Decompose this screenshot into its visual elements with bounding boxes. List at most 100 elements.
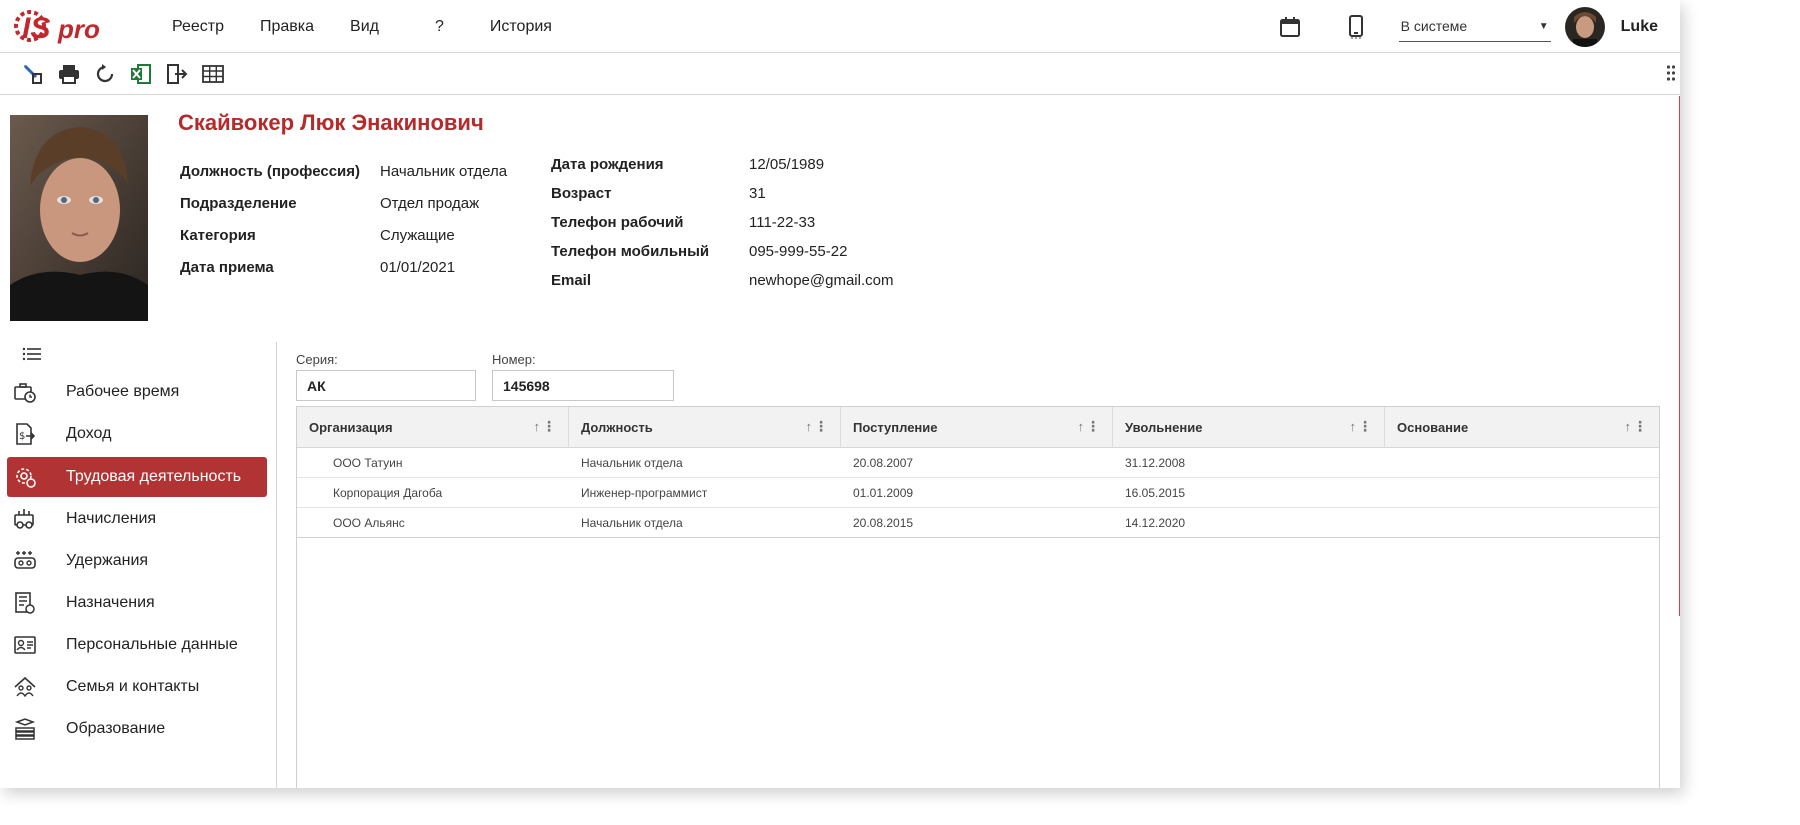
- series-label: Серия:: [296, 352, 338, 367]
- menu-bar: IS pro Реестр Правка Вид ? История В сис…: [0, 0, 1680, 53]
- cell-dismissal-date: 14.12.2020: [1125, 516, 1186, 530]
- cell-dismissal-date: 16.05.2015: [1125, 486, 1186, 500]
- info-value: 01/01/2021: [380, 258, 456, 276]
- sort-arrow-icon[interactable]: ↑: [1625, 419, 1632, 434]
- column-header-basis[interactable]: Основание ↑ ⋮: [1385, 407, 1659, 448]
- column-header-label: Поступление: [853, 420, 938, 435]
- sidebar-item-personal-data[interactable]: Персональные данные: [7, 625, 267, 665]
- cell-hire-date: 01.01.2009: [853, 486, 914, 500]
- series-input[interactable]: АК: [296, 370, 476, 401]
- info-label: Телефон рабочий: [551, 214, 684, 231]
- cell-position: Начальник отдела: [581, 456, 683, 470]
- column-menu-icon[interactable]: ⋮: [1358, 418, 1372, 435]
- info-row-work-phone: Телефон рабочий 111-22-33: [551, 208, 893, 237]
- column-menu-icon[interactable]: ⋮: [1633, 418, 1647, 435]
- column-header-hire[interactable]: Поступление ↑ ⋮: [841, 407, 1113, 448]
- sort-arrow-icon[interactable]: ↑: [1078, 419, 1085, 434]
- sort-arrow-icon[interactable]: ↑: [806, 419, 813, 434]
- menu-help[interactable]: ?: [435, 18, 444, 36]
- table-row[interactable]: Корпорация Дагоба Инженер-программист 01…: [297, 478, 1659, 508]
- sidebar-item-work-time[interactable]: Рабочее время: [7, 372, 267, 412]
- main-menu: Реестр Правка Вид ? История: [172, 0, 588, 53]
- list-menu-icon[interactable]: [22, 347, 42, 366]
- info-value: Начальник отдела: [380, 162, 508, 180]
- column-menu-icon[interactable]: ⋮: [542, 418, 556, 435]
- number-label: Номер:: [492, 352, 536, 367]
- sidebar-item-assignments[interactable]: Назначения: [7, 583, 267, 623]
- cell-basis: [1385, 478, 1659, 508]
- info-row-category: Категория Служащие: [180, 219, 507, 251]
- cell-organization: Корпорация Дагоба: [333, 486, 443, 500]
- toolbar: [0, 54, 1680, 95]
- sort-arrow-icon[interactable]: ↑: [1350, 419, 1357, 434]
- table-row[interactable]: ООО Альянс Начальник отдела 20.08.2015 1…: [297, 508, 1659, 538]
- cell-position: Инженер-программист: [581, 486, 708, 500]
- family-contacts-icon: [11, 673, 39, 701]
- clock-briefcase-icon: [11, 378, 39, 406]
- info-value[interactable]: newhope@gmail.com: [749, 272, 893, 289]
- refresh-icon[interactable]: [92, 61, 118, 87]
- column-menu-icon[interactable]: ⋮: [814, 418, 828, 435]
- sidebar-item-label: Удержания: [66, 552, 149, 569]
- chevron-down-icon: ▼: [1538, 20, 1549, 32]
- income-document-icon: $: [11, 420, 39, 448]
- number-input[interactable]: 145698: [492, 370, 674, 401]
- table-row[interactable]: ООО Татуин Начальник отдела 20.08.2007 3…: [297, 448, 1659, 478]
- table-grid-icon[interactable]: [200, 61, 226, 87]
- deductions-icon: [11, 547, 39, 575]
- accruals-icon: [11, 505, 39, 533]
- section-sidebar: Рабочее время $ Доход Трудовая деятельно…: [0, 342, 277, 788]
- info-label: Email: [551, 272, 592, 289]
- column-header-dismissal[interactable]: Увольнение ↑ ⋮: [1113, 407, 1385, 448]
- cell-basis: [1385, 448, 1659, 478]
- menu-history[interactable]: История: [490, 18, 552, 36]
- sidebar-item-family-contacts[interactable]: Семья и контакты: [7, 667, 267, 707]
- column-header-position[interactable]: Должность ↑ ⋮: [569, 407, 841, 448]
- sort-arrow-icon[interactable]: ↑: [534, 419, 541, 434]
- menu-view[interactable]: Вид: [350, 18, 379, 36]
- cell-position: Начальник отдела: [581, 516, 683, 530]
- sidebar-item-label: Начисления: [66, 510, 157, 527]
- info-row-mobile-phone: Телефон мобильный 095-999-55-22: [551, 237, 893, 266]
- sidebar-item-label: Образование: [66, 720, 166, 737]
- sidebar-toggle[interactable]: [0, 342, 276, 370]
- export-panel-icon[interactable]: [164, 61, 190, 87]
- calendar-icon[interactable]: [1277, 14, 1303, 40]
- info-value: 12/05/1989: [749, 156, 825, 173]
- sidebar-item-work-activity[interactable]: Трудовая деятельность: [7, 457, 267, 497]
- app-window: IS pro Реестр Правка Вид ? История В сис…: [0, 0, 1680, 788]
- edit-pen-icon[interactable]: [20, 61, 46, 87]
- sidebar-item-education[interactable]: Образование: [7, 709, 267, 749]
- info-value: Отдел продаж: [380, 194, 480, 212]
- sidebar-item-label: Рабочее время: [66, 383, 180, 400]
- sidebar-item-accruals[interactable]: Начисления: [7, 499, 267, 539]
- sidebar-item-deductions[interactable]: Удержания: [7, 541, 267, 581]
- sidebar-item-label: Трудовая деятельность: [66, 468, 242, 485]
- info-label: Должность (профессия): [180, 162, 361, 180]
- svg-text:$: $: [19, 431, 25, 442]
- cell-dismissal-date: 31.12.2008: [1125, 456, 1186, 470]
- info-label: Дата рождения: [551, 156, 664, 173]
- sidebar-item-income[interactable]: $ Доход: [7, 414, 267, 454]
- user-name[interactable]: Luke: [1621, 18, 1658, 36]
- column-menu-icon[interactable]: ⋮: [1086, 418, 1100, 435]
- employment-history-table: Организация ↑ ⋮ Должность ↑ ⋮ Поступлени…: [296, 406, 1660, 788]
- info-row-email: Email newhope@gmail.com: [551, 266, 893, 295]
- cell-hire-date: 20.08.2007: [853, 456, 914, 470]
- sidebar-item-label: Семья и контакты: [66, 678, 200, 695]
- user-avatar[interactable]: [1564, 6, 1605, 47]
- info-label: Категория: [180, 226, 256, 244]
- assignments-icon: [11, 589, 39, 617]
- scroll-indicator-line: [1679, 96, 1680, 616]
- drag-grip-icon[interactable]: [1666, 64, 1676, 87]
- status-select[interactable]: В системе ▼: [1398, 12, 1551, 42]
- print-icon[interactable]: [56, 61, 82, 87]
- info-label: Подразделение: [180, 194, 297, 212]
- menu-registry[interactable]: Реестр: [172, 18, 224, 36]
- mobile-phone-icon[interactable]: [1343, 14, 1369, 40]
- menu-edit[interactable]: Правка: [260, 18, 314, 36]
- employee-info-right: Дата рождения 12/05/1989 Возраст 31 Теле…: [551, 150, 893, 295]
- column-header-organization[interactable]: Организация ↑ ⋮: [297, 407, 569, 448]
- table-header: Организация ↑ ⋮ Должность ↑ ⋮ Поступлени…: [297, 407, 1659, 448]
- excel-export-icon[interactable]: [128, 61, 154, 87]
